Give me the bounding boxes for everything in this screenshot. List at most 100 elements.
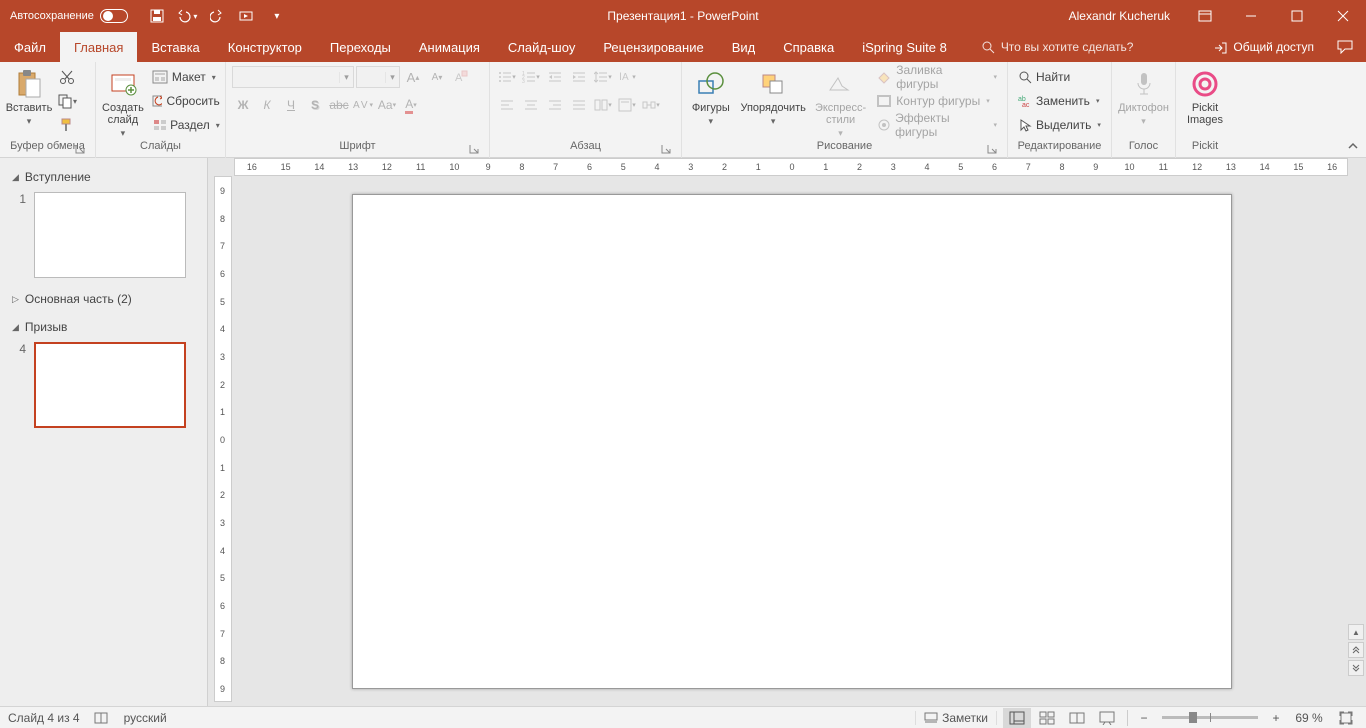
shape-outline-button[interactable]: Контур фигуры▾ — [872, 90, 1001, 112]
vertical-ruler[interactable]: 9876543210123456789 — [214, 176, 232, 702]
zoom-slider-thumb[interactable] — [1189, 712, 1197, 723]
paste-button[interactable]: Вставить ▾ — [6, 66, 52, 140]
quick-styles-button[interactable]: Экспресс- стили ▾ — [813, 66, 868, 140]
tab-home[interactable]: Главная — [60, 32, 137, 62]
increase-font-button[interactable]: A▴ — [402, 66, 424, 88]
decrease-indent-button[interactable] — [544, 66, 566, 88]
fit-to-window-button[interactable] — [1332, 708, 1360, 728]
clipboard-launcher[interactable] — [75, 144, 87, 156]
tab-slideshow[interactable]: Слайд-шоу — [494, 32, 589, 62]
slide-1-thumbnail[interactable] — [34, 192, 186, 278]
collapse-ribbon-button[interactable] — [1346, 139, 1362, 155]
char-spacing-button[interactable]: AV▾ — [352, 94, 374, 116]
text-direction-button[interactable]: ⅠA▾ — [616, 66, 638, 88]
close-button[interactable] — [1320, 0, 1366, 32]
slide-canvas[interactable] — [352, 194, 1232, 689]
zoom-slider[interactable] — [1162, 716, 1258, 719]
zoom-out-button[interactable]: − — [1134, 708, 1154, 728]
new-slide-button[interactable]: Создать слайд ▾ — [102, 66, 144, 140]
shape-fill-button[interactable]: Заливка фигуры▾ — [872, 66, 1001, 88]
tab-insert[interactable]: Вставка — [137, 32, 213, 62]
font-color-button[interactable]: A▾ — [400, 94, 422, 116]
undo-button[interactable]: ▾ — [174, 3, 200, 29]
tab-design[interactable]: Конструктор — [214, 32, 316, 62]
zoom-in-button[interactable]: + — [1266, 708, 1286, 728]
columns-button[interactable]: ▾ — [592, 94, 614, 116]
font-name-combo[interactable]: ▾ — [232, 66, 354, 88]
start-from-beginning-button[interactable] — [234, 3, 260, 29]
italic-button[interactable]: К — [256, 94, 278, 116]
tab-review[interactable]: Рецензирование — [589, 32, 717, 62]
align-center-button[interactable] — [520, 94, 542, 116]
dictate-button[interactable]: Диктофон ▾ — [1118, 66, 1169, 140]
maximize-button[interactable] — [1274, 0, 1320, 32]
underline-button[interactable]: Ч — [280, 94, 302, 116]
layout-button[interactable]: Макет▾ — [148, 66, 224, 88]
copy-button[interactable]: ▾ — [56, 90, 78, 112]
font-launcher[interactable] — [469, 144, 481, 156]
user-name[interactable]: Alexandr Kucheruk — [1069, 9, 1170, 23]
shapes-button[interactable]: Фигуры ▾ — [688, 66, 734, 140]
paragraph-launcher[interactable] — [661, 144, 673, 156]
bold-button[interactable]: Ж — [232, 94, 254, 116]
zoom-level[interactable]: 69 % — [1288, 711, 1330, 725]
section-main[interactable]: ▷Основная часть (2) — [4, 288, 203, 310]
slideshow-view-button[interactable] — [1093, 708, 1121, 728]
tell-me-search[interactable]: Что вы хотите сделать? — [981, 32, 1134, 62]
slide-4-thumbnail[interactable] — [34, 342, 186, 428]
notes-button[interactable]: Заметки — [915, 711, 997, 725]
pickit-button[interactable]: Pickit Images — [1182, 66, 1228, 140]
comments-button[interactable] — [1330, 32, 1360, 62]
smartart-button[interactable]: ▾ — [640, 94, 662, 116]
share-button[interactable]: Общий доступ — [1205, 32, 1322, 62]
shape-effects-button[interactable]: Эффекты фигуры▾ — [872, 114, 1001, 136]
replace-button[interactable]: abacЗаменить▾ — [1014, 90, 1105, 112]
normal-view-button[interactable] — [1003, 708, 1031, 728]
align-text-button[interactable]: ▾ — [616, 94, 638, 116]
minimize-button[interactable] — [1228, 0, 1274, 32]
decrease-font-button[interactable]: A▾ — [426, 66, 448, 88]
ribbon-display-options-button[interactable] — [1182, 0, 1228, 32]
slide-sorter-button[interactable] — [1033, 708, 1061, 728]
next-slide-double-button[interactable] — [1348, 660, 1364, 676]
redo-button[interactable] — [204, 3, 230, 29]
reading-view-button[interactable] — [1063, 708, 1091, 728]
select-button[interactable]: Выделить▾ — [1014, 114, 1105, 136]
reset-button[interactable]: Сбросить — [148, 90, 224, 112]
align-left-button[interactable] — [496, 94, 518, 116]
align-right-button[interactable] — [544, 94, 566, 116]
spellcheck-button[interactable] — [94, 711, 110, 725]
slide-counter[interactable]: Слайд 4 из 4 — [8, 711, 80, 725]
tab-file[interactable]: Файл — [0, 32, 60, 62]
font-size-combo[interactable]: ▾ — [356, 66, 400, 88]
slide-panel[interactable]: ◢Вступление 1 ▷Основная часть (2) ◢Призы… — [0, 158, 208, 706]
drawing-launcher[interactable] — [987, 144, 999, 156]
shadow-button[interactable]: S — [304, 94, 326, 116]
section-cta[interactable]: ◢Призыв — [4, 316, 203, 338]
change-case-button[interactable]: Aa▾ — [376, 94, 398, 116]
tab-transitions[interactable]: Переходы — [316, 32, 405, 62]
section-intro[interactable]: ◢Вступление — [4, 166, 203, 188]
numbering-button[interactable]: 123▾ — [520, 66, 542, 88]
prev-slide-double-button[interactable] — [1348, 642, 1364, 658]
tab-ispring[interactable]: iSpring Suite 8 — [848, 32, 961, 62]
tab-animations[interactable]: Анимация — [405, 32, 494, 62]
qat-customize-button[interactable]: ▾ — [264, 3, 290, 29]
horizontal-ruler[interactable]: 1615141312111098765432101234567891011121… — [234, 158, 1348, 176]
section-button[interactable]: Раздел▾ — [148, 114, 224, 136]
bullets-button[interactable]: ▾ — [496, 66, 518, 88]
cut-button[interactable] — [56, 66, 78, 88]
increase-indent-button[interactable] — [568, 66, 590, 88]
prev-slide-button[interactable]: ▲ — [1348, 624, 1364, 640]
save-button[interactable] — [144, 3, 170, 29]
tab-help[interactable]: Справка — [769, 32, 848, 62]
format-painter-button[interactable] — [56, 114, 78, 136]
justify-button[interactable] — [568, 94, 590, 116]
strikethrough-button[interactable]: abc — [328, 94, 350, 116]
clear-formatting-button[interactable]: A — [450, 66, 472, 88]
autosave-toggle[interactable]: Автосохранение — [10, 9, 128, 23]
tab-view[interactable]: Вид — [718, 32, 770, 62]
arrange-button[interactable]: Упорядочить ▾ — [738, 66, 809, 140]
line-spacing-button[interactable]: ▾ — [592, 66, 614, 88]
find-button[interactable]: Найти — [1014, 66, 1105, 88]
